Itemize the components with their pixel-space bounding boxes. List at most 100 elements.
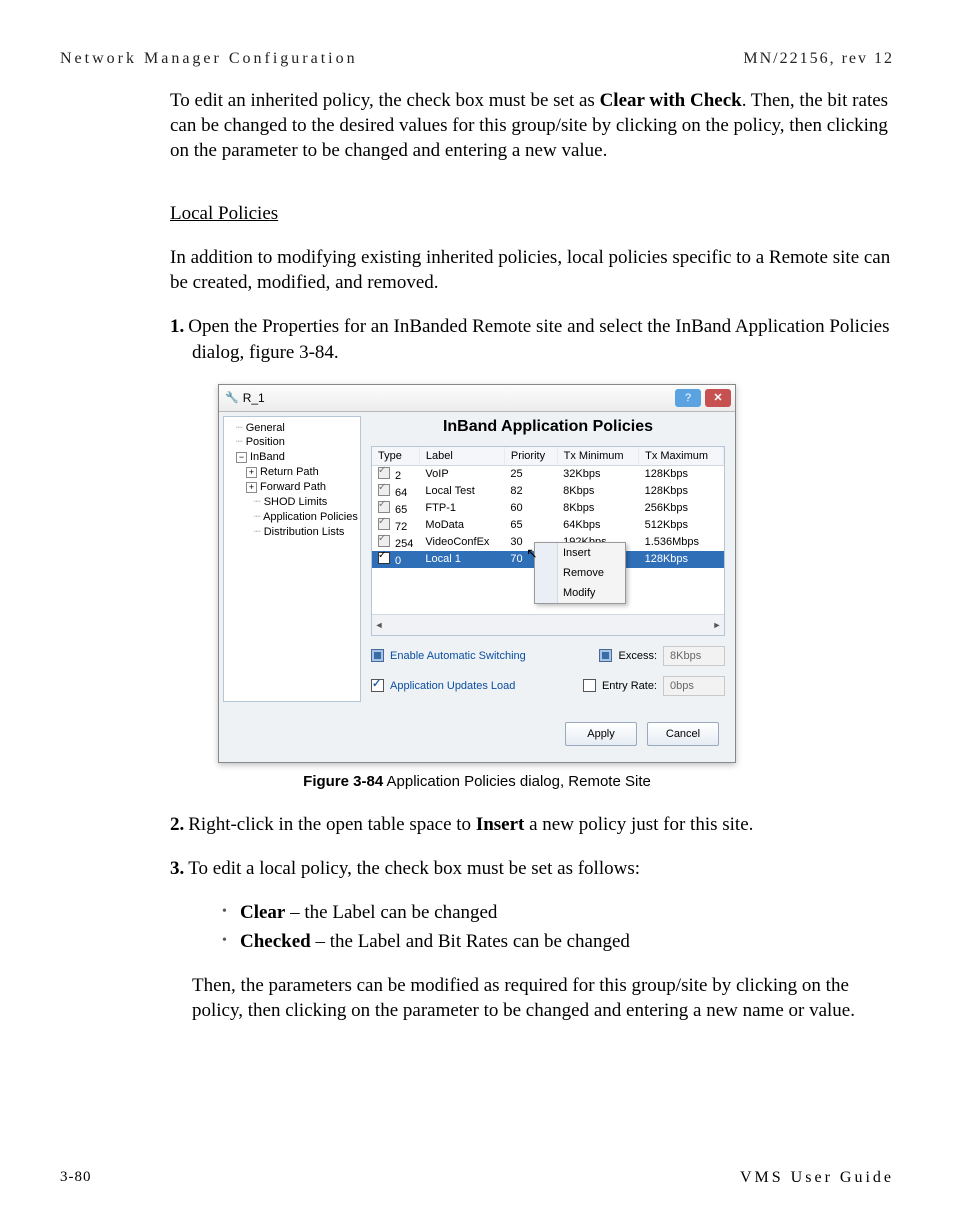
apply-button[interactable]: Apply <box>565 722 637 746</box>
cell-label[interactable]: MoData <box>419 517 504 534</box>
page-number: 3-80 <box>60 1169 92 1187</box>
cell-label[interactable]: VideoConfEx <box>419 534 504 551</box>
cell-tx_min[interactable]: 32Kbps <box>557 465 638 483</box>
row-checkbox[interactable] <box>378 518 390 530</box>
cell-label[interactable]: Local 1 <box>419 551 504 568</box>
excess-value: 8Kbps <box>663 646 725 666</box>
step2-b: a new policy just for this site. <box>524 814 753 835</box>
plus-icon[interactable]: + <box>246 482 257 493</box>
bullet-clear-text: – the Label can be changed <box>285 902 497 923</box>
section-heading: Local Policies <box>170 201 894 226</box>
tree-position[interactable]: ┈ Position <box>226 435 358 450</box>
entry-rate-label: Entry Rate: <box>602 680 657 692</box>
col-label[interactable]: Label <box>419 447 504 466</box>
cell-tx_max[interactable]: 512Kbps <box>639 517 724 534</box>
cell-label[interactable]: FTP-1 <box>419 500 504 517</box>
row-checkbox[interactable] <box>378 552 390 564</box>
plus-icon[interactable]: + <box>246 467 257 478</box>
step2-bold: Insert <box>476 814 525 835</box>
step2-num: 2. <box>170 814 188 835</box>
cell-tx_max[interactable]: 1.536Mbps <box>639 534 724 551</box>
h-scrollbar[interactable]: ◄ ► <box>372 614 724 635</box>
cell-tx_min[interactable]: 8Kbps <box>557 483 638 500</box>
table-row[interactable]: 64Local Test828Kbps128Kbps <box>372 483 724 500</box>
row-checkbox[interactable] <box>378 501 390 513</box>
row-checkbox[interactable] <box>378 535 390 547</box>
cell-priority[interactable]: 65 <box>504 517 557 534</box>
step-1: 1.Open the Properties for an InBanded Re… <box>170 314 894 364</box>
nav-tree[interactable]: ┈ General ┈ Position −InBand +Return Pat… <box>223 416 361 702</box>
bullet-checked: • Checked – the Label and Bit Rates can … <box>222 929 894 954</box>
app-updates-label: Application Updates Load <box>390 680 515 692</box>
tree-general[interactable]: ┈ General <box>226 421 358 436</box>
cell-tx_max[interactable]: 256Kbps <box>639 500 724 517</box>
dialog-title: R_1 <box>243 391 671 405</box>
cell-tx_max[interactable]: 128Kbps <box>639 551 724 568</box>
enable-auto-checkbox[interactable] <box>371 649 384 662</box>
step-2: 2.Right-click in the open table space to… <box>170 812 894 837</box>
cell-tx_max[interactable]: 128Kbps <box>639 483 724 500</box>
tree-return-path[interactable]: +Return Path <box>226 465 358 480</box>
ctx-modify[interactable]: Modify <box>535 583 625 603</box>
tree-app-policies[interactable]: ┈ Application Policies <box>226 510 358 525</box>
tree-forward-path[interactable]: +Forward Path <box>226 480 358 495</box>
local-paragraph: In addition to modifying existing inheri… <box>170 245 894 295</box>
enable-auto-label: Enable Automatic Switching <box>390 650 526 662</box>
app-updates-checkbox[interactable] <box>371 679 384 692</box>
entry-rate-value: 0bps <box>663 676 725 696</box>
scroll-left-icon[interactable]: ◄ <box>372 618 386 632</box>
tree-shod-limits[interactable]: ┈ SHOD Limits <box>226 495 358 510</box>
cell-label[interactable]: Local Test <box>419 483 504 500</box>
bullet-icon: • <box>222 929 240 953</box>
col-txmin[interactable]: Tx Minimum <box>557 447 638 466</box>
excess-checkbox[interactable] <box>599 649 612 662</box>
cell-tx_min[interactable]: 64Kbps <box>557 517 638 534</box>
bullet-checked-text: – the Label and Bit Rates can be changed <box>311 931 630 952</box>
cell-priority[interactable]: 25 <box>504 465 557 483</box>
dialog-window: 🔧 R_1 ? ✕ ┈ General ┈ Position −InBand +… <box>218 384 736 763</box>
minus-icon[interactable]: − <box>236 452 247 463</box>
titlebar-icon: 🔧 <box>225 391 239 404</box>
excess-label: Excess: <box>618 650 657 662</box>
tree-dist-lists[interactable]: ┈ Distribution Lists <box>226 525 358 540</box>
entry-rate-checkbox[interactable] <box>583 679 596 692</box>
step3-text: To edit a local policy, the check box mu… <box>188 858 640 879</box>
cursor-icon: ↖ <box>526 545 538 562</box>
close-button[interactable]: ✕ <box>705 389 731 407</box>
policy-table-container: Type Label Priority Tx Minimum Tx Maximu… <box>371 446 725 636</box>
col-type[interactable]: Type <box>372 447 419 466</box>
footer-right: VMS User Guide <box>740 1169 894 1187</box>
tree-inband[interactable]: −InBand <box>226 450 358 465</box>
cell-priority[interactable]: 60 <box>504 500 557 517</box>
help-button[interactable]: ? <box>675 389 701 407</box>
step3-num: 3. <box>170 858 188 879</box>
bullet-clear-bold: Clear <box>240 902 285 923</box>
table-row[interactable]: 2VoIP2532Kbps128Kbps <box>372 465 724 483</box>
ctx-insert[interactable]: Insert <box>535 543 625 563</box>
col-txmax[interactable]: Tx Maximum <box>639 447 724 466</box>
step-3: 3.To edit a local policy, the check box … <box>170 856 894 881</box>
figure-caption-text: Application Policies dialog, Remote Site <box>383 773 651 790</box>
col-priority[interactable]: Priority <box>504 447 557 466</box>
row-checkbox[interactable] <box>378 484 390 496</box>
cell-tx_min[interactable]: 8Kbps <box>557 500 638 517</box>
panel-title: InBand Application Policies <box>371 418 725 436</box>
cancel-button[interactable]: Cancel <box>647 722 719 746</box>
table-row[interactable]: 65FTP-1608Kbps256Kbps <box>372 500 724 517</box>
step2-a: Right-click in the open table space to <box>188 814 476 835</box>
figure-caption: Figure 3-84 Application Policies dialog,… <box>60 773 894 790</box>
header-right: MN/22156, rev 12 <box>743 50 894 68</box>
cell-tx_max[interactable]: 128Kbps <box>639 465 724 483</box>
context-menu[interactable]: Insert Remove Modify <box>534 542 626 604</box>
intro-a: To edit an inherited policy, the check b… <box>170 90 600 111</box>
row-checkbox[interactable] <box>378 467 390 479</box>
cell-label[interactable]: VoIP <box>419 465 504 483</box>
dialog-titlebar[interactable]: 🔧 R_1 ? ✕ <box>219 385 735 412</box>
cell-priority[interactable]: 82 <box>504 483 557 500</box>
ctx-remove[interactable]: Remove <box>535 563 625 583</box>
header-left: Network Manager Configuration <box>60 50 358 68</box>
scroll-right-icon[interactable]: ► <box>710 618 724 632</box>
bullet-clear: • Clear – the Label can be changed <box>222 900 894 925</box>
table-row[interactable]: 72MoData6564Kbps512Kbps <box>372 517 724 534</box>
figure-caption-bold: Figure 3-84 <box>303 773 383 790</box>
